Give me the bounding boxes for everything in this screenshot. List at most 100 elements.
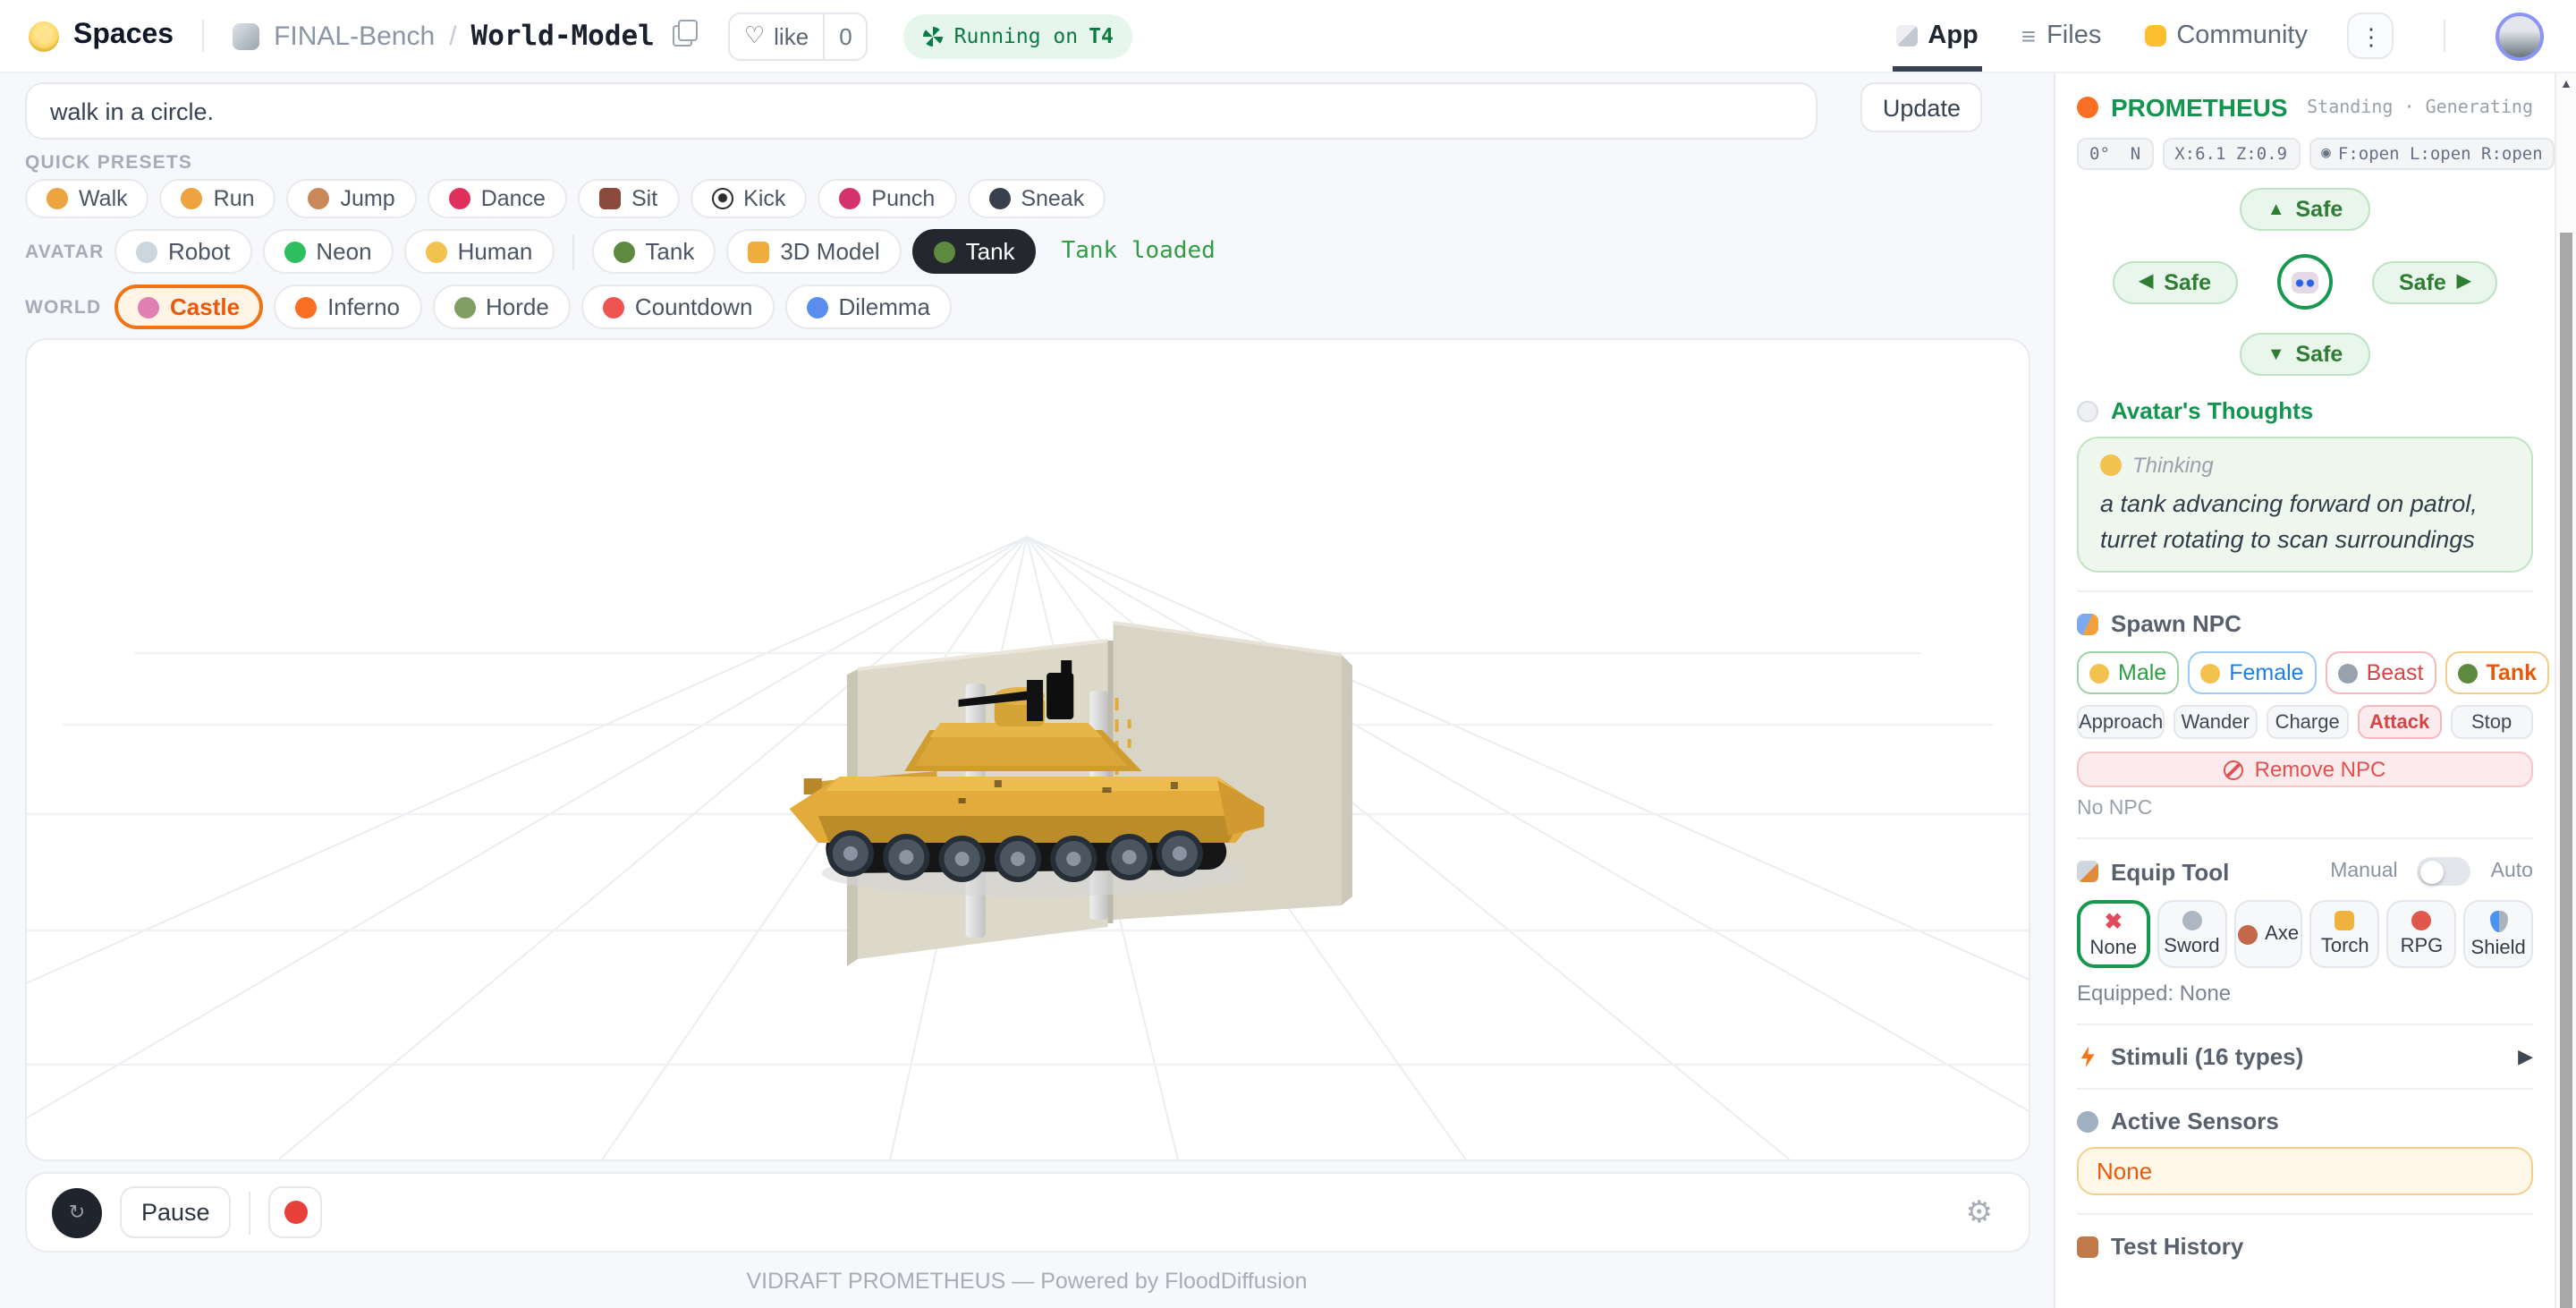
avatar-label: AVATAR	[25, 241, 104, 262]
npc-attack-button[interactable]: Attack	[2358, 705, 2441, 739]
copy-icon[interactable]	[673, 25, 692, 47]
arrow-right-icon: ▶	[2457, 272, 2470, 292]
equip-mode-toggle[interactable]	[2418, 857, 2471, 886]
hardware-label: T4	[1089, 23, 1114, 48]
world-countdown-button[interactable]: Countdown	[581, 285, 775, 329]
preset-run-button[interactable]: Run	[160, 179, 276, 218]
equip-tool-header: Equip Tool	[2111, 858, 2229, 885]
tab-community[interactable]: Community	[2140, 0, 2311, 72]
safe-up-button[interactable]: ▲Safe	[2241, 188, 2370, 231]
record-dot-icon	[284, 1201, 308, 1224]
brand-spaces[interactable]: Spaces	[73, 20, 174, 52]
npc-male-button[interactable]: Male	[2077, 651, 2179, 694]
divider	[2077, 1088, 2533, 1090]
sidebar-scrollbar[interactable]: ▲	[2555, 72, 2576, 1308]
scroll-up-arrow-icon[interactable]: ▲	[2556, 72, 2576, 91]
auto-label: Auto	[2491, 861, 2533, 882]
preset-dance-button[interactable]: Dance	[428, 179, 567, 218]
preset-walk-button[interactable]: Walk	[25, 179, 149, 218]
breadcrumb-repo[interactable]: World-Model	[471, 20, 655, 52]
avatar-neon-button[interactable]: Neon	[262, 229, 393, 274]
generation-spinner-button[interactable]: ↻	[52, 1187, 102, 1237]
remove-npc-button[interactable]: Remove NPC	[2077, 752, 2533, 787]
green-heart-icon	[284, 241, 305, 262]
theater-masks-icon	[806, 296, 827, 318]
folder-icon	[748, 241, 769, 262]
prompt-input[interactable]	[25, 82, 1818, 140]
person-icon	[426, 241, 447, 262]
lightning-icon	[2077, 1046, 2098, 1067]
safe-left-button[interactable]: ◀Safe	[2113, 260, 2238, 303]
npc-stop-button[interactable]: Stop	[2450, 705, 2533, 739]
like-button[interactable]: ♡like 0	[728, 12, 869, 60]
robot-icon	[136, 241, 157, 262]
pause-button[interactable]: Pause	[120, 1186, 232, 1238]
military-helmet-icon	[934, 241, 955, 262]
test-history-header: Test History	[2111, 1233, 2243, 1260]
tab-files[interactable]: ≡ Files	[2018, 0, 2106, 72]
world-inferno-button[interactable]: Inferno	[274, 285, 421, 329]
satellite-icon	[2077, 1110, 2098, 1132]
safe-down-button[interactable]: ▼Safe	[2241, 333, 2370, 376]
avatar-tank-button[interactable]: Tank	[591, 229, 716, 274]
preset-jump-button[interactable]: Jump	[287, 179, 417, 218]
npc-female-button[interactable]: Female	[2188, 651, 2316, 694]
tool-sword-button[interactable]: Sword	[2157, 900, 2227, 968]
woman-icon	[2200, 663, 2220, 683]
running-status-badge[interactable]: Running on T4	[904, 13, 1133, 58]
scrollbar-thumb[interactable]	[2560, 233, 2572, 1308]
like-count: 0	[823, 13, 866, 58]
breadcrumb-owner[interactable]: FINAL-Bench	[274, 21, 435, 51]
avatar-human-button[interactable]: Human	[404, 229, 555, 274]
user-avatar[interactable]	[2496, 12, 2544, 60]
tool-rpg-button[interactable]: RPG	[2387, 900, 2457, 968]
viewport-3d[interactable]	[25, 338, 2030, 1161]
npc-approach-button[interactable]: Approach	[2077, 705, 2165, 739]
safe-right-button[interactable]: Safe▶	[2372, 260, 2497, 303]
vision-chip: ◉F:open L:open R:open	[2309, 138, 2555, 170]
divider	[2077, 1023, 2533, 1025]
settings-gear-icon[interactable]: ⚙	[1955, 1195, 2004, 1229]
npc-behavior-row: Approach Wander Charge Attack Stop	[2077, 705, 2533, 739]
update-button[interactable]: Update	[1861, 82, 1982, 132]
preset-sneak-button[interactable]: Sneak	[967, 179, 1106, 218]
divider	[572, 234, 573, 269]
sidebar: PROMETHEUS Standing · Generating 0° N X:…	[2054, 72, 2555, 1308]
npc-beast-button[interactable]: Beast	[2326, 651, 2436, 694]
running-label: Running on	[954, 23, 1079, 48]
tab-app[interactable]: App	[1892, 0, 1981, 72]
tool-torch-button[interactable]: Torch	[2310, 900, 2380, 968]
more-options-button[interactable]: ⋮	[2347, 13, 2394, 59]
avatar-selected-tank-chip[interactable]: Tank	[912, 229, 1037, 274]
npc-wander-button[interactable]: Wander	[2174, 705, 2257, 739]
kangaroo-icon	[309, 188, 330, 209]
world-dilemma-button[interactable]: Dilemma	[784, 285, 952, 329]
stimuli-header: Stimuli (16 types)	[2111, 1043, 2303, 1070]
thoughts-header: Avatar's Thoughts	[2111, 397, 2313, 424]
active-sensors-value: None	[2077, 1147, 2533, 1195]
man-icon	[2089, 663, 2109, 683]
safe-move-pad: ▲Safe ◀Safe Safe▶ ▼Safe	[2077, 188, 2533, 376]
breadcrumb-separator: /	[449, 21, 456, 51]
npc-type-row: Male Female Beast Tank	[2077, 651, 2533, 694]
expand-arrow-icon[interactable]: ▶	[2518, 1045, 2533, 1068]
avatar-robot-button[interactable]: Robot	[114, 229, 251, 274]
space-owner-avatar[interactable]	[233, 22, 259, 49]
tool-shield-button[interactable]: Shield	[2463, 900, 2533, 968]
preset-punch-button[interactable]: Punch	[818, 179, 956, 218]
npc-tank-button[interactable]: Tank	[2445, 651, 2550, 694]
ninja-icon	[988, 188, 1010, 209]
tool-none-button[interactable]: ✖None	[2077, 900, 2150, 968]
npc-charge-button[interactable]: Charge	[2266, 705, 2349, 739]
preset-kick-button[interactable]: Kick	[690, 179, 807, 218]
tool-axe-button[interactable]: Axe	[2233, 900, 2303, 968]
avatar-thoughts-box: Thinking a tank advancing forward on pat…	[2077, 437, 2533, 573]
scene-svg	[27, 340, 2029, 1159]
avatar-name: PROMETHEUS	[2111, 93, 2288, 122]
preset-sit-button[interactable]: Sit	[578, 179, 679, 218]
world-horde-button[interactable]: Horde	[432, 285, 571, 329]
thoughts-text: a tank advancing forward on patrol, turr…	[2100, 487, 2510, 556]
record-button[interactable]	[269, 1186, 323, 1238]
world-castle-button[interactable]: Castle	[114, 285, 263, 329]
avatar-3d-model-button[interactable]: 3D Model	[726, 229, 901, 274]
